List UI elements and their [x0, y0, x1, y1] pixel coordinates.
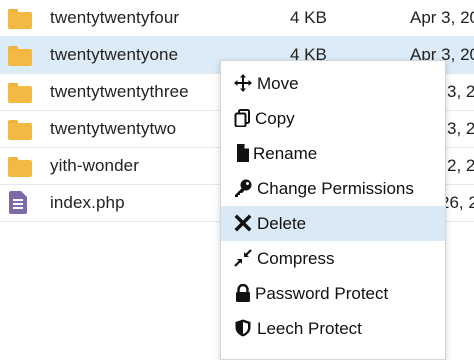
folder-icon: [8, 120, 32, 140]
file-name[interactable]: yith-wonder: [50, 156, 139, 176]
menu-item-label: Rename: [253, 144, 318, 163]
file-size: 4 KB: [290, 8, 327, 27]
menu-item-label: Password Protect: [255, 284, 389, 303]
move-icon: [234, 74, 252, 92]
file-date: 2, 20: [447, 156, 474, 175]
file-date: Apr 3, 20: [410, 8, 474, 27]
menu-item-delete[interactable]: Delete: [221, 206, 445, 241]
compress-icon: [234, 249, 252, 267]
folder-icon: [8, 157, 32, 177]
menu-item-copy[interactable]: Copy: [221, 101, 445, 136]
menu-item-label: Copy: [255, 109, 295, 128]
copy-icon: [234, 109, 252, 128]
file-name[interactable]: twentytwentyfour: [50, 8, 179, 28]
menu-item-change-permissions[interactable]: Change Permissions: [221, 171, 445, 206]
menu-item-compress[interactable]: Compress: [221, 241, 445, 276]
folder-icon: [8, 83, 32, 103]
lock-icon: [234, 283, 252, 302]
key-icon: [234, 179, 252, 197]
file-name[interactable]: twentytwentytwo: [50, 119, 176, 139]
menu-item-label: Leech Protect: [257, 319, 362, 338]
menu-item-password-protect[interactable]: Password Protect: [221, 276, 445, 311]
folder-icon: [8, 46, 32, 66]
shield-icon: [234, 319, 252, 337]
file-name[interactable]: twentytwentythree: [50, 82, 189, 102]
file-date: 3, 20: [447, 119, 474, 138]
file-date: 3, 20: [447, 82, 474, 101]
file-row[interactable]: twentytwentyfour 4 KB Apr 3, 20: [0, 0, 474, 37]
php-file-icon: [8, 191, 32, 214]
context-menu: Move Copy Rename Change Permissions Dele…: [220, 60, 446, 360]
close-icon: [234, 214, 252, 232]
menu-item-label: Move: [257, 74, 299, 93]
file-name[interactable]: twentytwentyone: [50, 45, 178, 65]
menu-item-move[interactable]: Move: [221, 66, 445, 101]
file-name[interactable]: index.php: [50, 193, 125, 213]
menu-item-label: Change Permissions: [257, 179, 414, 198]
menu-item-label: Compress: [257, 249, 335, 268]
folder-icon: [8, 9, 32, 29]
menu-item-label: Delete: [257, 214, 307, 233]
menu-item-rename[interactable]: Rename: [221, 136, 445, 171]
file-icon: [234, 144, 252, 162]
menu-item-leech-protect[interactable]: Leech Protect: [221, 311, 445, 346]
